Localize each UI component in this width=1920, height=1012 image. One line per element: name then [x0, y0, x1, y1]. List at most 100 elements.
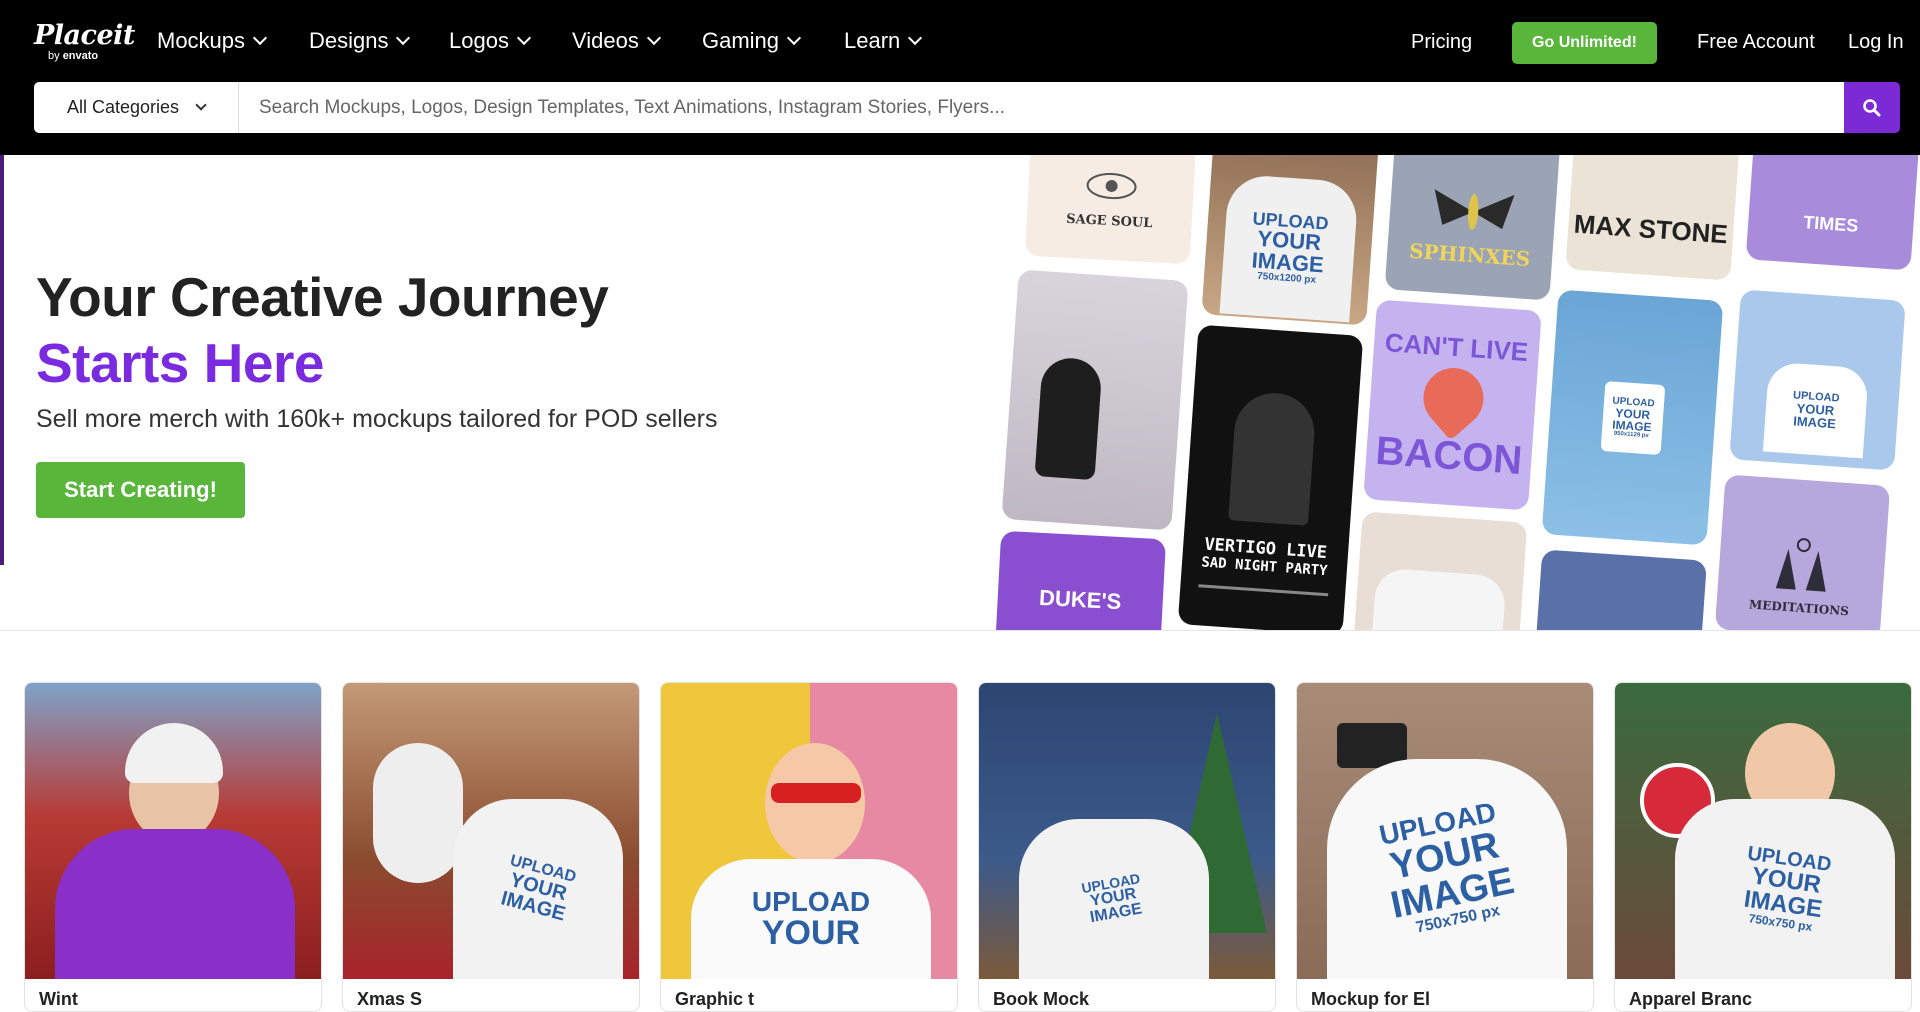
sweatshirt-mockup: UPLOAD YOUR IMAGE — [453, 799, 623, 979]
tile-max-stone[interactable]: MAX STONE — [1565, 155, 1740, 281]
nav-videos[interactable]: Videos — [572, 28, 661, 54]
chevron-down-icon — [396, 30, 411, 46]
chevron-down-icon — [908, 30, 923, 46]
cant-live-text: CAN'T LIVE — [1383, 327, 1530, 368]
nav-gaming[interactable]: Gaming — [702, 28, 802, 54]
hero-title-line2: Starts Here — [36, 332, 324, 394]
sage-soul-text: SAGE SOUL — [1065, 211, 1153, 232]
product-card[interactable]: UPLOAD YOUR IMAGE Book Mock — [978, 682, 1276, 1012]
tshirt-mockup: UPLOAD YOUR — [691, 859, 931, 979]
meditations-text: MEDITATIONS — [1748, 597, 1850, 619]
eye-icon — [1086, 172, 1137, 200]
card-image: UPLOAD YOUR IMAGE — [343, 683, 639, 979]
category-dropdown[interactable]: All Categories — [34, 82, 239, 133]
hero-subtitle: Sell more merch with 160k+ mockups tailo… — [36, 405, 718, 433]
nav-learn[interactable]: Learn — [844, 28, 923, 54]
card-upload-text: UPLOAD — [751, 886, 871, 917]
search-icon — [1863, 98, 1881, 116]
shirt-mockup: UPLOAD YOUR IMAGE — [1762, 361, 1869, 459]
card-title: Book Mock — [993, 989, 1090, 1009]
nav-mockups[interactable]: Mockups — [157, 28, 268, 54]
mug-mockup: UPLOAD YOUR IMAGE 950x1129 px — [1600, 380, 1665, 455]
nav-designs[interactable]: Designs — [309, 28, 411, 54]
hoodie-mockup: UPLOAD YOUR IMAGE 750x750 px — [1327, 759, 1567, 979]
moth-icon — [1434, 189, 1515, 230]
nav-videos-label: Videos — [572, 28, 639, 53]
start-creating-button[interactable]: Start Creating! — [36, 462, 245, 518]
sunglasses — [771, 783, 861, 803]
tile-sphinxes[interactable]: SPHINXES — [1384, 155, 1561, 301]
chevron-down-icon — [252, 30, 268, 46]
sweatshirts-mockup: UPLOAD YOUR IMAGE — [1019, 819, 1209, 979]
tile-vertigo-live[interactable]: VERTIGO LIVE SAD NIGHT PARTY — [1177, 324, 1364, 630]
logo-wordmark: Placeit — [34, 20, 135, 51]
nav-logos-label: Logos — [449, 28, 509, 53]
product-card[interactable]: UPLOAD YOUR Graphic t — [660, 682, 958, 1012]
main-nav: Placeit by envato Mockups Designs Logos … — [0, 0, 1920, 86]
tile-tshirt-upload[interactable]: UPLOAD YOUR IMAGE 750x1200 px — [1201, 155, 1380, 326]
mug-size-text: 950x1129 px — [1613, 430, 1649, 439]
hoodies-mockup — [1371, 567, 1507, 630]
pricing-link[interactable]: Pricing — [1411, 31, 1472, 54]
search-input[interactable] — [239, 82, 1844, 133]
delivery-image-text: IMAGE — [1792, 412, 1837, 431]
heart-icon — [1410, 355, 1496, 441]
hands-icon — [1775, 538, 1826, 592]
size-text: 750x1200 px — [1256, 270, 1317, 286]
product-card[interactable]: UPLOAD YOUR IMAGE 750x750 px Apparel Bra… — [1614, 682, 1912, 1012]
hero-left-accent — [0, 155, 4, 565]
product-card[interactable]: Wint — [24, 682, 322, 1012]
tile-cant-live-bacon[interactable]: CAN'T LIVE BACON — [1363, 299, 1542, 511]
dukes-text: DUKE'S — [1038, 584, 1122, 615]
chevron-down-icon — [516, 30, 532, 46]
search-button[interactable] — [1844, 82, 1900, 133]
tile-sage-soul[interactable]: SAGE SOUL — [1024, 155, 1197, 265]
card-title: Graphic t — [675, 989, 755, 1009]
go-unlimited-button[interactable]: Go Unlimited! — [1512, 22, 1657, 64]
top-navigation-bar: Placeit by envato Mockups Designs Logos … — [0, 0, 1920, 155]
free-account-link[interactable]: Free Account — [1697, 31, 1815, 54]
video-progress[interactable] — [1197, 584, 1328, 597]
person-silhouette — [1227, 390, 1317, 526]
card-image: UPLOAD YOUR — [661, 683, 957, 979]
beanie — [125, 723, 223, 783]
logo-subline: by envato — [48, 50, 135, 62]
person-head — [765, 743, 865, 863]
chevron-down-icon — [646, 30, 661, 46]
tile-delivery-man[interactable]: UPLOAD YOUR IMAGE — [1729, 289, 1906, 471]
chevron-down-icon — [195, 98, 207, 111]
tile-mug[interactable]: UPLOAD YOUR IMAGE 950x1129 px — [1541, 289, 1724, 546]
sphinxes-text: SPHINXES — [1408, 238, 1532, 272]
hero-section: Your Creative Journey Starts Here Sell m… — [0, 155, 1920, 631]
nav-designs-label: Designs — [309, 28, 389, 53]
nav-logos[interactable]: Logos — [449, 28, 532, 54]
log-in-link[interactable]: Log In — [1848, 31, 1904, 54]
tile-times[interactable]: TIMES — [1745, 155, 1920, 271]
placeit-logo[interactable]: Placeit by envato — [34, 20, 135, 63]
tshirt-mockup: UPLOAD YOUR IMAGE 750x1200 px — [1219, 173, 1359, 322]
bacon-text: BACON — [1374, 428, 1524, 483]
card-image: UPLOAD YOUR IMAGE 750x750 px — [1297, 683, 1593, 979]
tile-meditations[interactable]: MEDITATIONS — [1714, 474, 1891, 630]
logo-envato: envato — [62, 50, 99, 62]
card-title: Mockup for El — [1311, 989, 1431, 1009]
logo-by: by — [48, 50, 60, 62]
hero-collage: SAGE SOUL DUKE'S UPLOAD YOUR IMAGE 750x1… — [990, 155, 1920, 630]
product-card[interactable]: UPLOAD YOUR IMAGE 750x750 px Mockup for … — [1296, 682, 1594, 1012]
nav-learn-label: Learn — [844, 28, 901, 53]
product-card[interactable]: UPLOAD YOUR IMAGE Xmas S — [342, 682, 640, 1012]
card-image — [25, 683, 321, 979]
tile-couple-hoodies[interactable] — [1353, 511, 1528, 630]
product-cards-row: Wint UPLOAD YOUR IMAGE Xmas S UPLOAD YOU… — [24, 682, 1914, 1012]
hoodie-mockup: UPLOAD YOUR IMAGE 750x750 px — [1675, 799, 1895, 979]
nav-mockups-label: Mockups — [157, 28, 246, 53]
card-image: UPLOAD YOUR IMAGE 750x750 px — [1615, 683, 1911, 979]
purple-sweater — [55, 829, 295, 979]
tile-dog-photo[interactable] — [1001, 269, 1189, 531]
tile-dukes[interactable]: DUKE'S — [994, 530, 1167, 630]
hero-title-line1: Your Creative Journey — [36, 266, 609, 328]
tile-book-dark[interactable] — [1534, 549, 1707, 630]
dog-silhouette — [1034, 356, 1103, 481]
chevron-down-icon — [786, 30, 802, 46]
times-text: TIMES — [1802, 212, 1859, 236]
